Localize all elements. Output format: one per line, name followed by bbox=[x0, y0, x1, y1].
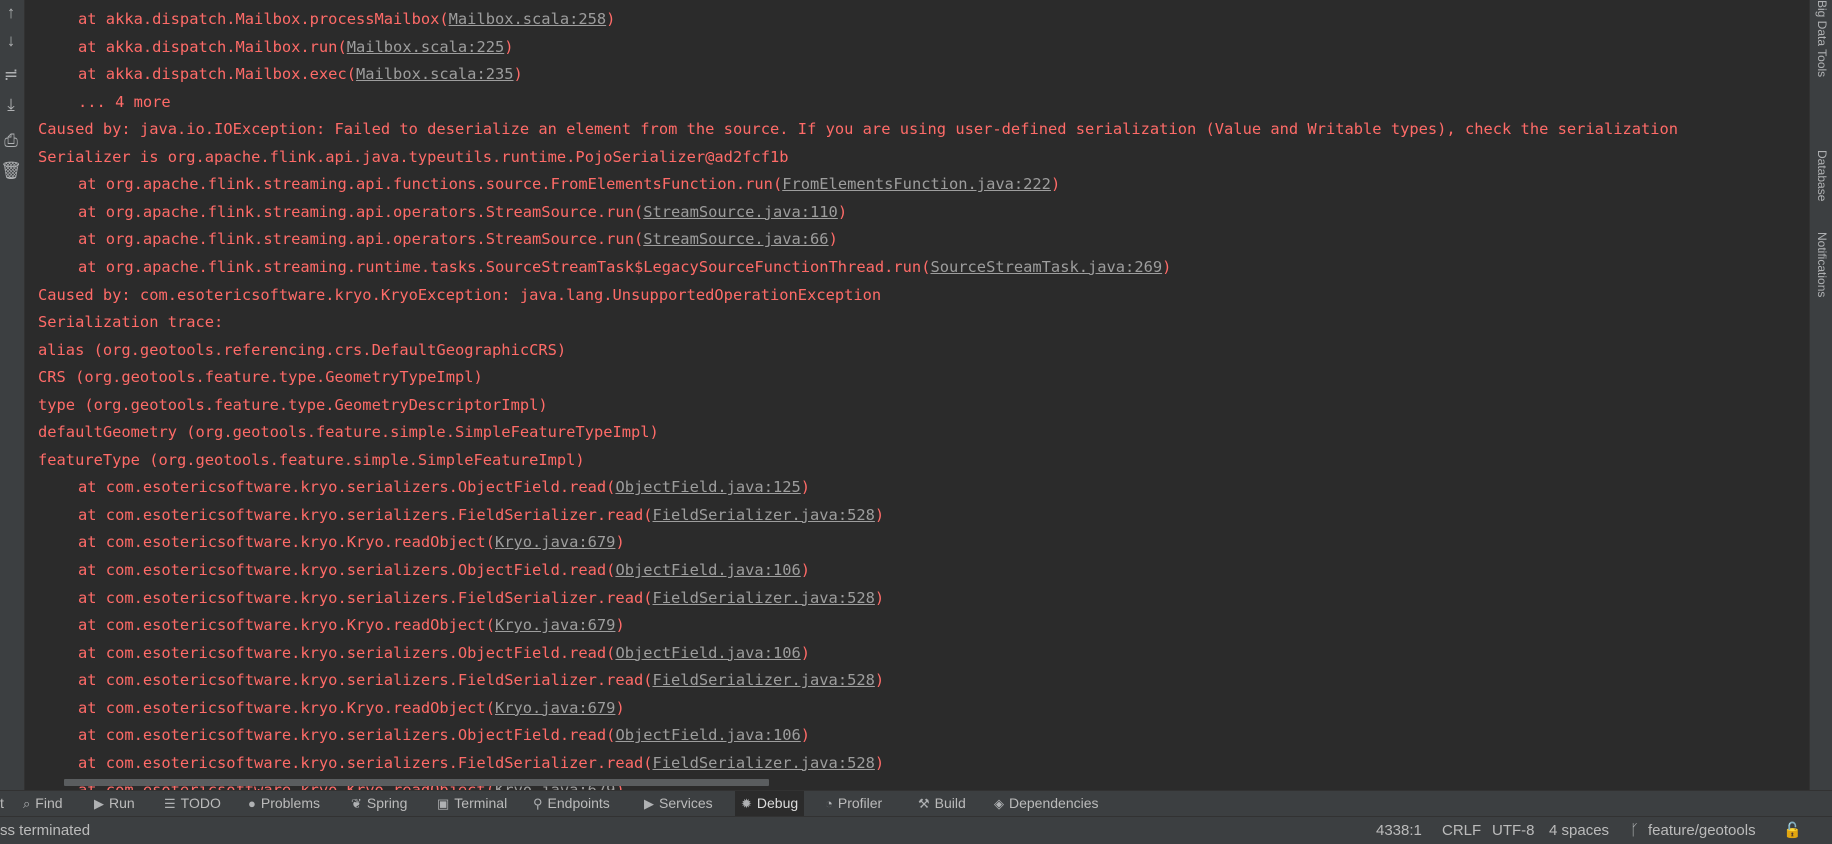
services-icon: ▶ bbox=[644, 796, 654, 811]
spring-icon: ❦ bbox=[351, 796, 362, 811]
status-message: ss terminated bbox=[0, 822, 91, 839]
stack-trace-line: at com.esotericsoftware.kryo.serializers… bbox=[78, 561, 811, 579]
source-link[interactable]: FieldSerializer.java:528 bbox=[653, 671, 875, 689]
status-bar: ss terminated 4338:1 CRLF UTF-8 4 spaces… bbox=[0, 816, 1832, 844]
source-link[interactable]: FromElementsFunction.java:222 bbox=[782, 175, 1051, 193]
console-line: type (org.geotools.feature.type.Geometry… bbox=[38, 395, 548, 414]
stack-trace-line: at org.apache.flink.streaming.runtime.ta… bbox=[78, 257, 1172, 276]
tool-window-services[interactable]: ▶ Services bbox=[638, 791, 719, 816]
horizontal-scrollbar[interactable] bbox=[64, 779, 769, 786]
right-tool-sidebar: Big Data Tools Database Notifications bbox=[1809, 0, 1832, 790]
git-branch[interactable]: feature/geotools bbox=[1648, 817, 1756, 844]
source-link[interactable]: Mailbox.scala:258 bbox=[449, 10, 607, 28]
source-link[interactable]: ObjectField.java:106 bbox=[615, 561, 800, 579]
tool-window-run[interactable]: ▶ Run bbox=[88, 791, 141, 816]
console-line: Caused by: java.io.IOException: Failed t… bbox=[38, 120, 1679, 139]
scroll-to-end-icon[interactable]: ⤓ bbox=[0, 94, 22, 116]
stack-trace-line: at akka.dispatch.Mailbox.exec(Mailbox.sc… bbox=[78, 65, 523, 84]
debug-console-output[interactable]: at akka.dispatch.Mailbox.processMailbox(… bbox=[25, 0, 1810, 790]
source-link[interactable]: Kryo.java:679 bbox=[495, 533, 615, 551]
console-line: featureType (org.geotools.feature.simple… bbox=[38, 450, 585, 469]
source-link[interactable]: Kryo.java:679 bbox=[495, 699, 615, 717]
stack-trace-line: at com.esotericsoftware.kryo.Kryo.readOb… bbox=[78, 616, 625, 635]
console-line: Serialization trace: bbox=[38, 313, 224, 332]
caret-position[interactable]: 4338:1 bbox=[1376, 817, 1422, 844]
source-link[interactable]: ObjectField.java:125 bbox=[615, 478, 800, 496]
tool-window-find[interactable]: ⌕ Find bbox=[17, 791, 69, 816]
stack-trace-line: at org.apache.flink.streaming.api.operat… bbox=[78, 202, 848, 221]
todo-icon: ☰ bbox=[164, 796, 176, 811]
indent-setting[interactable]: 4 spaces bbox=[1549, 817, 1609, 844]
sidebar-tab-big-data-tools[interactable]: Big Data Tools bbox=[1813, 0, 1829, 100]
build-icon: ⚒ bbox=[918, 796, 930, 811]
stack-trace-line: at akka.dispatch.Mailbox.run(Mailbox.sca… bbox=[78, 37, 514, 56]
source-link[interactable]: ObjectField.java:106 bbox=[615, 726, 800, 744]
tool-window-todo[interactable]: ☰ TODO bbox=[158, 791, 227, 816]
stack-trace-line: at com.esotericsoftware.kryo.serializers… bbox=[78, 726, 811, 745]
stack-trace-line: at com.esotericsoftware.kryo.serializers… bbox=[78, 643, 811, 662]
down-arrow-icon[interactable]: ↓ bbox=[0, 30, 22, 52]
stack-trace-line: at com.esotericsoftware.kryo.serializers… bbox=[78, 478, 811, 497]
trash-icon[interactable]: 🗑 bbox=[0, 160, 22, 182]
run-icon: ▶ bbox=[94, 796, 104, 811]
tool-window-dependencies[interactable]: ◈ Dependencies bbox=[988, 791, 1105, 816]
source-link[interactable]: Mailbox.scala:235 bbox=[356, 65, 514, 83]
stack-trace-line: at org.apache.flink.streaming.api.functi… bbox=[78, 175, 1061, 194]
source-link[interactable]: FieldSerializer.java:528 bbox=[653, 506, 875, 524]
tool-window-spring[interactable]: ❦ Spring bbox=[345, 791, 413, 816]
line-separator[interactable]: CRLF bbox=[1442, 817, 1481, 844]
debug-icon: ✹ bbox=[741, 796, 752, 811]
source-link[interactable]: Mailbox.scala:225 bbox=[347, 38, 505, 56]
terminal-icon: ▣ bbox=[437, 796, 450, 811]
endpoints-icon: ⚲ bbox=[533, 796, 543, 811]
up-arrow-icon[interactable]: ↑ bbox=[0, 2, 22, 24]
lock-icon[interactable]: 🔓 bbox=[1783, 817, 1802, 844]
sidebar-tab-notifications[interactable]: Notifications bbox=[1813, 232, 1829, 334]
stack-trace-line: at com.esotericsoftware.kryo.Kryo.readOb… bbox=[78, 698, 625, 717]
tool-window-terminal[interactable]: ▣ Terminal bbox=[431, 791, 513, 816]
profiler-icon: ◔ bbox=[825, 796, 833, 811]
stack-trace-line: at com.esotericsoftware.kryo.Kryo.readOb… bbox=[78, 533, 625, 552]
tool-window-problems[interactable]: ● Problems bbox=[242, 791, 326, 816]
console-toolbar: ↑ ↓ ≓ ⤓ ⎙ 🗑 bbox=[0, 0, 25, 790]
tool-window-t[interactable]: t bbox=[0, 791, 10, 816]
file-encoding[interactable]: UTF-8 bbox=[1492, 817, 1535, 844]
stack-trace-line: at com.esotericsoftware.kryo.serializers… bbox=[78, 505, 885, 524]
console-line: Serializer is org.apache.flink.api.java.… bbox=[38, 147, 789, 166]
console-line: defaultGeometry (org.geotools.feature.si… bbox=[38, 423, 659, 442]
source-link[interactable]: FieldSerializer.java:528 bbox=[653, 754, 875, 772]
stack-trace-line: at com.esotericsoftware.kryo.serializers… bbox=[78, 753, 885, 772]
source-link[interactable]: SourceStreamTask.java:269 bbox=[930, 258, 1162, 276]
stack-trace-line: at org.apache.flink.streaming.api.operat… bbox=[78, 230, 838, 249]
soft-wrap-icon[interactable]: ≓ bbox=[0, 64, 22, 86]
stack-trace-line: at com.esotericsoftware.kryo.serializers… bbox=[78, 671, 885, 690]
source-link[interactable]: StreamSource.java:66 bbox=[643, 230, 828, 248]
tool-window-debug[interactable]: ✹ Debug bbox=[735, 791, 805, 816]
dependencies-icon: ◈ bbox=[994, 796, 1004, 811]
tool-window-build[interactable]: ⚒ Build bbox=[912, 791, 972, 816]
source-link[interactable]: ObjectField.java:106 bbox=[615, 644, 800, 662]
search-icon: ⌕ bbox=[23, 796, 31, 811]
source-link[interactable]: FieldSerializer.java:528 bbox=[653, 589, 875, 607]
console-line: Caused by: com.esotericsoftware.kryo.Kry… bbox=[38, 285, 882, 304]
console-line: CRS (org.geotools.feature.type.GeometryT… bbox=[38, 368, 483, 387]
console-line: alias (org.geotools.referencing.crs.Defa… bbox=[38, 340, 567, 359]
sidebar-tab-database[interactable]: Database bbox=[1813, 150, 1829, 210]
source-link[interactable]: StreamSource.java:110 bbox=[643, 203, 838, 221]
tool-window-profiler[interactable]: ◔ Profiler bbox=[819, 791, 888, 816]
stack-trace-line: at akka.dispatch.Mailbox.processMailbox(… bbox=[78, 10, 616, 28]
tool-window-bar: t ⌕ Find ▶ Run ☰ TODO ● Problems ❦ Spring ▣ Terminal… bbox=[0, 790, 1832, 816]
print-icon[interactable]: ⎙ bbox=[0, 130, 22, 152]
console-line: ... 4 more bbox=[78, 92, 171, 111]
git-branch-icon: ᚴ bbox=[1630, 822, 1640, 839]
tool-window-endpoints[interactable]: ⚲ Endpoints bbox=[527, 791, 616, 816]
stack-trace-line: at com.esotericsoftware.kryo.serializers… bbox=[78, 588, 885, 607]
source-link[interactable]: Kryo.java:679 bbox=[495, 616, 615, 634]
problems-icon: ● bbox=[248, 796, 256, 811]
